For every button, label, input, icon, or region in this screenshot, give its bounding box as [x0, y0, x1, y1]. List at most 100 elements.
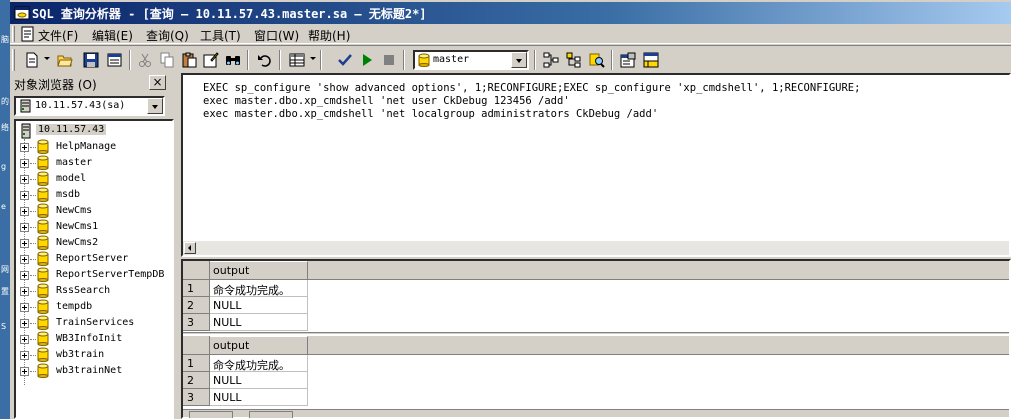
menu-help[interactable]: 帮助(H): [308, 27, 350, 44]
execution-plan-button[interactable]: [540, 49, 562, 71]
messages-tab[interactable]: [249, 411, 293, 418]
tree-item-database[interactable]: ReportServerTempDB: [20, 267, 172, 283]
row-header[interactable]: 1: [183, 355, 210, 372]
cell-value: 命令成功完成。: [213, 359, 290, 372]
server-select[interactable]: 10.11.57.43(sa): [14, 96, 165, 116]
query-editor[interactable]: EXEC sp_configure 'show advanced options…: [181, 73, 1011, 257]
object-search-button[interactable]: [586, 49, 608, 71]
close-button[interactable]: ×: [149, 75, 166, 90]
paste-button[interactable]: [178, 49, 200, 71]
document-window-icon[interactable]: [20, 26, 36, 42]
expand-icon[interactable]: [20, 303, 29, 312]
expand-icon[interactable]: [20, 351, 29, 360]
menu-tools[interactable]: 工具(T): [200, 27, 241, 44]
expand-icon[interactable]: [20, 271, 29, 280]
row-header[interactable]: 1: [183, 280, 210, 297]
object-browser-button[interactable]: [563, 49, 585, 71]
expand-icon[interactable]: [20, 367, 29, 376]
database-select[interactable]: master: [413, 50, 529, 70]
expand-icon[interactable]: [20, 191, 29, 200]
table-cell[interactable]: NULL: [210, 372, 308, 389]
expand-icon[interactable]: [20, 239, 29, 248]
column-header[interactable]: output: [210, 336, 308, 355]
menu-query[interactable]: 查询(Q): [146, 27, 189, 44]
grid-corner[interactable]: [183, 261, 210, 280]
tree-item-database[interactable]: TrainServices: [20, 315, 172, 331]
clear-window-button[interactable]: [200, 49, 222, 71]
undo-button[interactable]: [254, 49, 276, 71]
results-mode-button[interactable]: [286, 49, 308, 71]
expand-icon[interactable]: [20, 287, 29, 296]
new-query-button[interactable]: [21, 49, 43, 71]
scroll-left-button[interactable]: [184, 242, 196, 254]
find-button[interactable]: [222, 49, 244, 71]
expand-icon[interactable]: [20, 335, 29, 344]
menu-edit[interactable]: 编辑(E): [92, 27, 133, 44]
table-cell[interactable]: NULL: [210, 389, 308, 406]
expand-icon[interactable]: [20, 143, 29, 152]
tree-item-database[interactable]: NewCms1: [20, 219, 172, 235]
tree-item-label: msdb: [56, 189, 81, 200]
tree-item-database[interactable]: wb3trainNet: [20, 363, 172, 379]
tree-item-database[interactable]: ReportServer: [20, 251, 172, 267]
results-pane-button[interactable]: [640, 49, 662, 71]
tree-item-label: ReportServer: [56, 253, 129, 264]
cancel-query-button[interactable]: [378, 49, 400, 71]
results-mode-icon: [289, 53, 305, 67]
properties-button[interactable]: [617, 49, 639, 71]
tree-item-database[interactable]: RssSearch: [20, 283, 172, 299]
menu-file[interactable]: 文件(F): [38, 27, 78, 44]
load-script-button[interactable]: [104, 49, 126, 71]
expand-icon[interactable]: [20, 223, 29, 232]
expand-icon[interactable]: [20, 159, 29, 168]
grid-corner[interactable]: [183, 336, 210, 355]
pane-splitter[interactable]: [174, 73, 181, 419]
tree-item-database[interactable]: master: [20, 155, 172, 171]
query-text[interactable]: EXEC sp_configure 'show advanced options…: [203, 82, 860, 121]
tree-item-database[interactable]: NewCms2: [20, 235, 172, 251]
copy-button[interactable]: [156, 49, 178, 71]
tree-item-database[interactable]: msdb: [20, 187, 172, 203]
grid-splitter[interactable]: [183, 332, 1009, 335]
open-button[interactable]: [54, 49, 76, 71]
results-grid[interactable]: output 1 命令成功完成。 2 NULL 3 NULL: [183, 336, 1009, 406]
parse-query-button[interactable]: [334, 49, 356, 71]
title-bar[interactable]: SQL 查询分析器 - [查询 — 10.11.57.43.master.sa …: [10, 2, 1011, 24]
horizontal-scrollbar[interactable]: [183, 241, 1009, 255]
load-script-icon: [107, 53, 122, 67]
tree-item-database[interactable]: model: [20, 171, 172, 187]
new-query-dropdown[interactable]: [44, 57, 50, 60]
results-grid[interactable]: output 1 命令成功完成。 2 NULL 3 NULL: [183, 261, 1009, 331]
menu-window[interactable]: 窗口(W): [254, 27, 299, 44]
table-cell[interactable]: NULL: [210, 314, 308, 331]
tree-item-database[interactable]: wb3train: [20, 347, 172, 363]
row-header[interactable]: 3: [183, 314, 210, 331]
chevron-down-icon[interactable]: [511, 52, 527, 68]
code-line: EXEC sp_configure 'show advanced options…: [203, 82, 861, 94]
tree-item-database[interactable]: tempdb: [20, 299, 172, 315]
row-header[interactable]: 2: [183, 372, 210, 389]
save-button[interactable]: [80, 49, 102, 71]
expand-icon[interactable]: [20, 255, 29, 264]
table-cell[interactable]: NULL: [210, 297, 308, 314]
row-number: 1: [187, 357, 194, 370]
expand-icon[interactable]: [20, 319, 29, 328]
column-header[interactable]: output: [210, 261, 308, 280]
tree-root-server[interactable]: 10.11.57.43: [20, 123, 107, 139]
expand-icon[interactable]: [20, 207, 29, 216]
table-cell[interactable]: 命令成功完成。: [210, 355, 308, 372]
row-header[interactable]: 2: [183, 297, 210, 314]
object-tree[interactable]: 10.11.57.43 HelpManage master model msdb New…: [14, 119, 174, 419]
tree-item-database[interactable]: NewCms: [20, 203, 172, 219]
tree-item-database[interactable]: HelpManage: [20, 139, 172, 155]
row-header[interactable]: 3: [183, 389, 210, 406]
chevron-down-icon[interactable]: [147, 98, 163, 114]
results-mode-dropdown[interactable]: [310, 57, 316, 60]
expand-icon[interactable]: [20, 175, 29, 184]
table-cell[interactable]: 命令成功完成。: [210, 280, 308, 297]
execute-query-button[interactable]: [356, 49, 378, 71]
results-tab[interactable]: [189, 411, 233, 418]
cut-button[interactable]: [134, 49, 156, 71]
tree-item-database[interactable]: WB3InfoInit: [20, 331, 172, 347]
row-number: 2: [187, 374, 194, 387]
